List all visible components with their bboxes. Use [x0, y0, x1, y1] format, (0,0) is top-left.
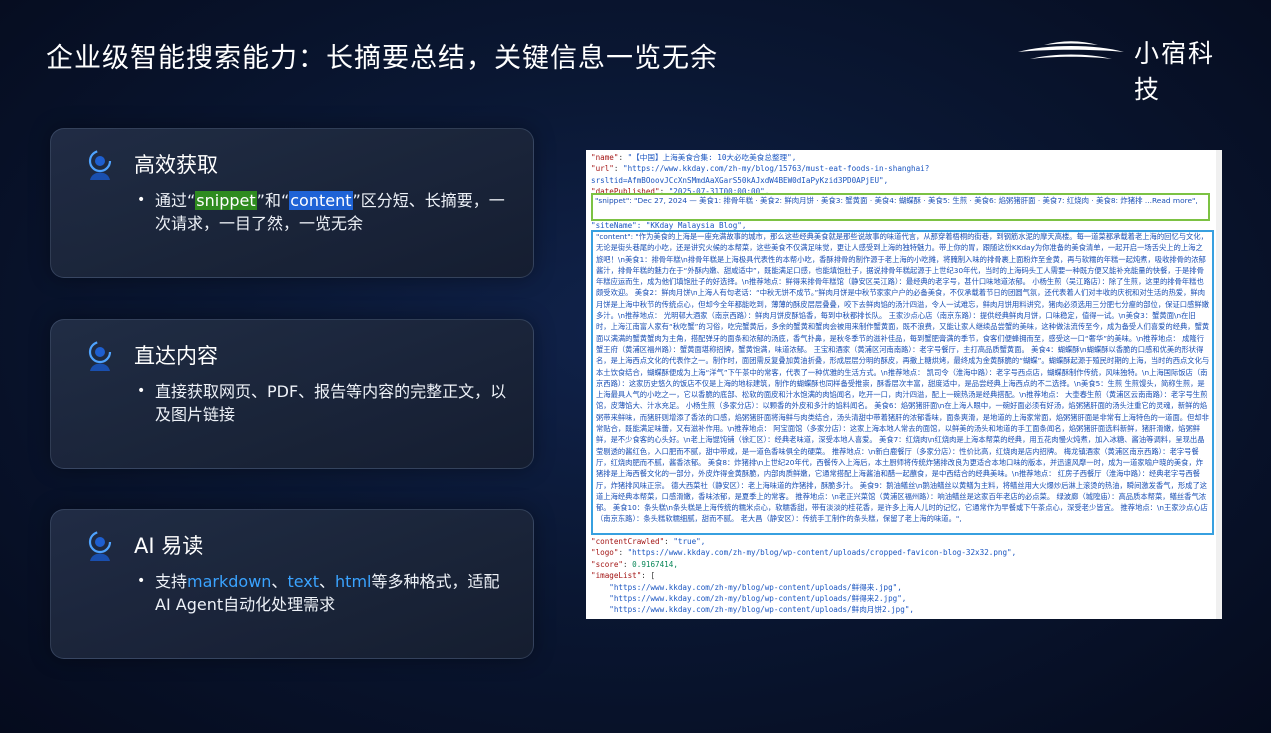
card-description: 通过“snippet”和“content”区分短、长摘要，一次请求，一目了然，一… — [155, 191, 505, 233]
content-highlight-box — [591, 230, 1214, 535]
card-description: 支持markdown、text、html等多种格式，适配AI Agent自动化处… — [155, 572, 500, 614]
feature-card-direct: 直达内容 • 直接获取网页、PDF、报告等内容的完整正文，以及图片链接 — [50, 319, 534, 469]
person-bulb-icon — [88, 340, 112, 371]
person-bulb-icon — [88, 149, 112, 180]
format-html: html — [335, 572, 372, 591]
card-title: AI 易读 — [134, 534, 204, 558]
json-line: srsltid=AfmBOoovJCcXnSMmdAaXGarS50kAJxdW… — [591, 175, 889, 185]
bullet-dot: • — [137, 573, 146, 589]
feature-card-efficient: 高效获取 • 通过“snippet”和“content”区分短、长摘要，一次请求… — [50, 128, 534, 278]
bullet-dot: • — [137, 192, 146, 208]
json-line: "url": "https://www.kkday.com/zh-my/blog… — [591, 164, 930, 174]
brand-logo: 小宿科技 — [1016, 32, 1226, 104]
json-line: "contentCrawled": "true", — [591, 537, 706, 546]
card-title: 直达内容 — [134, 344, 218, 368]
json-line: "https://www.kkday.com/zh-my/blog/wp-con… — [591, 594, 907, 604]
json-line: "logo": "https://www.kkday.com/zh-my/blo… — [591, 548, 1017, 558]
person-bulb-icon — [88, 530, 112, 561]
json-line: "imageList": [ — [591, 571, 656, 581]
brand-logo-icon — [1018, 41, 1124, 59]
card-description: 直接获取网页、PDF、报告等内容的完整正文，以及图片链接 — [155, 382, 507, 424]
brand-name: 小宿科技 — [1134, 39, 1216, 104]
json-line: "name": "【中国】上海美食合集: 10大必吃美食总整理", — [591, 153, 797, 162]
json-line: "https://www.kkday.com/zh-my/blog/wp-con… — [591, 605, 914, 615]
content-highlight: content — [289, 191, 353, 210]
snippet-highlight: snippet — [195, 191, 257, 210]
json-response-screenshot: "name": "【中国】上海美食合集: 10大必吃美食总整理", "url":… — [586, 150, 1222, 619]
card-title: 高效获取 — [134, 153, 218, 177]
feature-card-ai-readable: AI 易读 • 支持markdown、text、html等多种格式，适配AI A… — [50, 509, 534, 659]
format-text: text — [287, 572, 320, 591]
scrollbar[interactable] — [1216, 150, 1222, 619]
bullet-dot: • — [137, 383, 146, 399]
format-markdown: markdown — [187, 572, 272, 591]
json-line: "score": 0.9167414, — [591, 559, 678, 569]
json-line: "https://www.kkday.com/zh-my/blog/wp-con… — [591, 582, 902, 592]
snippet-highlight-box — [591, 193, 1210, 221]
page-title: 企业级智能搜索能力：长摘要总结，关键信息一览无余 — [46, 43, 718, 74]
